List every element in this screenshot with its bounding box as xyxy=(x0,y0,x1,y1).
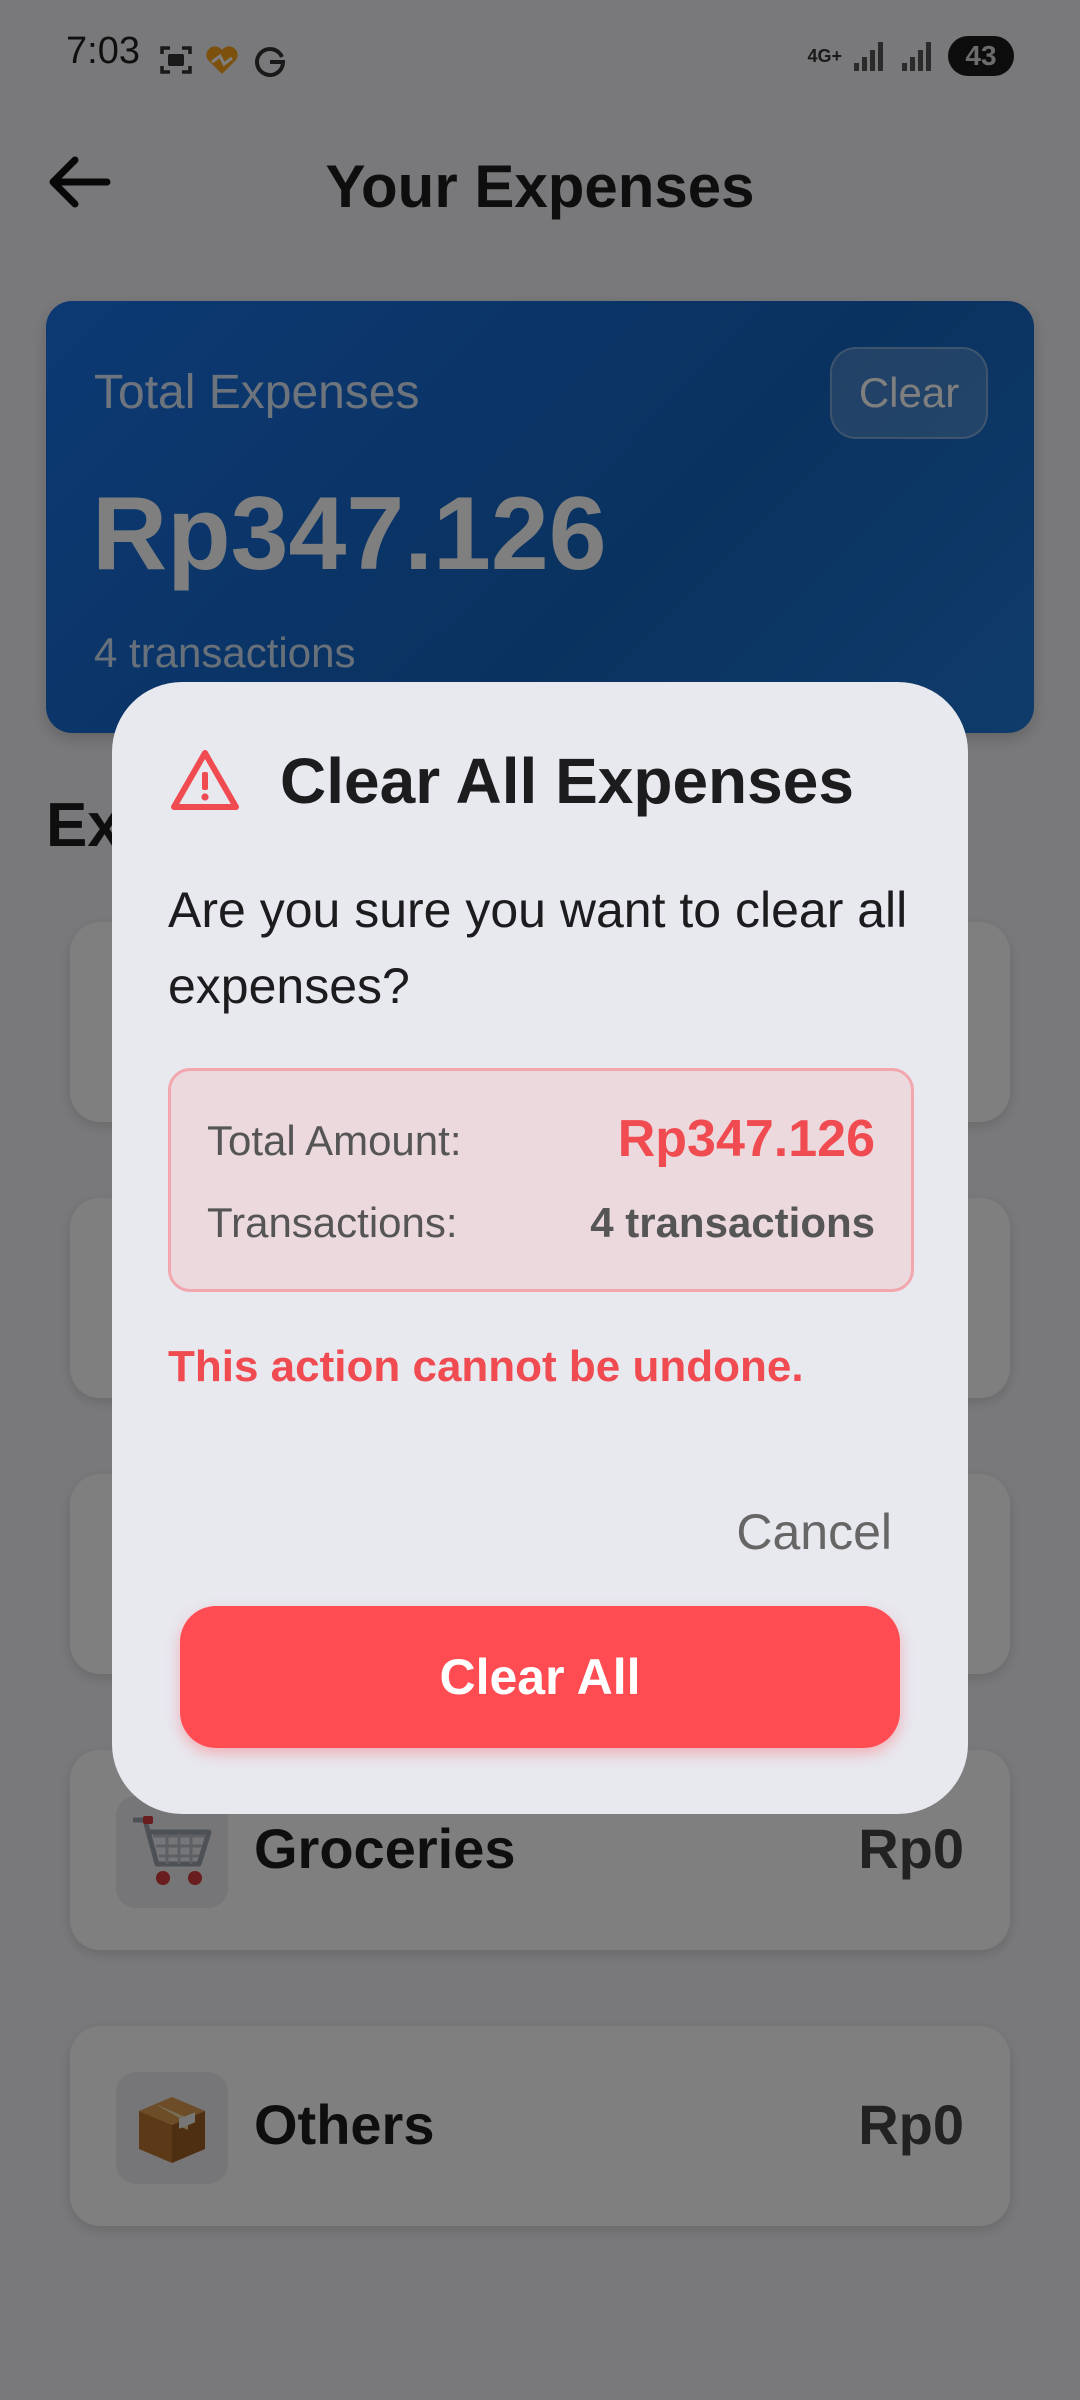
transactions-value: 4 transactions xyxy=(590,1199,875,1246)
transactions-label: Transactions: xyxy=(207,1199,458,1246)
total-amount-value: Rp347.126 xyxy=(617,1110,875,1168)
summary-info-box: Total Amount: Rp347.126 Transactions: 4 … xyxy=(168,1068,914,1292)
expenses-screen: 7:03 4G+ 43 xyxy=(0,0,1080,2400)
clear-all-dialog: Clear All Expenses Are you sure you want… xyxy=(112,682,968,1814)
undo-warning: This action cannot be undone. xyxy=(168,1342,804,1391)
dialog-title: Clear All Expenses xyxy=(280,745,854,817)
warning-icon xyxy=(171,750,239,810)
dialog-message: Are you sure you want to clear all expen… xyxy=(168,882,908,1014)
clear-all-button[interactable]: Clear All xyxy=(180,1606,900,1748)
cancel-button[interactable]: Cancel xyxy=(692,1494,892,1570)
total-amount-label: Total Amount: xyxy=(207,1117,462,1164)
